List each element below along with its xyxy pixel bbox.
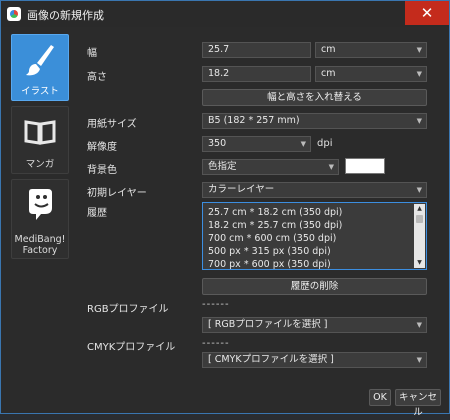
history-item[interactable]: 25.7 cm * 18.2 cm (350 dpi)	[208, 207, 342, 218]
scroll-thumb[interactable]	[416, 215, 423, 223]
history-item[interactable]: 700 px * 600 px (350 dpi)	[208, 259, 331, 269]
cmyk-profile-select[interactable]: [ CMYKプロファイルを選択 ] ▼	[202, 352, 427, 368]
width-unit-select[interactable]: cm ▼	[315, 42, 427, 58]
height-unit-value: cm	[321, 68, 336, 79]
initial-layer-value: カラーレイヤー	[208, 184, 275, 195]
chevron-down-icon: ▼	[328, 163, 334, 171]
category-label: イラスト	[21, 86, 59, 97]
rgb-profile-value: ------	[202, 299, 230, 310]
chevron-down-icon: ▼	[416, 117, 422, 125]
rgb-profile-option: [ RGBプロファイルを選択 ]	[208, 319, 328, 330]
category-medibang-factory[interactable]: MediBang! Factory	[11, 179, 69, 259]
clear-history-button[interactable]: 履歴の削除	[202, 278, 427, 295]
category-label-line1: MediBang!	[14, 234, 66, 245]
initial-layer-select[interactable]: カラーレイヤー ▼	[202, 182, 427, 198]
chevron-down-icon: ▼	[416, 356, 422, 364]
swap-dimensions-button[interactable]: 幅と高さを入れ替える	[202, 89, 427, 106]
history-item[interactable]: 500 px * 315 px (350 dpi)	[208, 246, 331, 257]
history-scrollbar[interactable]: ▲ ▼	[414, 204, 425, 268]
background-color-swatch[interactable]	[345, 158, 385, 174]
resolution-value: 350	[208, 138, 227, 149]
background-color-label: 背景色	[87, 165, 117, 176]
category-label: マンガ	[25, 159, 55, 170]
chevron-down-icon: ▼	[300, 140, 306, 148]
history-list[interactable]: 25.7 cm * 18.2 cm (350 dpi) 18.2 cm * 25…	[202, 202, 427, 270]
resolution-unit: dpi	[317, 138, 333, 149]
width-unit-value: cm	[321, 44, 336, 55]
brush-icon	[26, 45, 54, 76]
ok-button[interactable]: OK	[369, 389, 391, 406]
resolution-select[interactable]: 350 ▼	[202, 136, 311, 152]
paper-size-select[interactable]: B5 (182 * 257 mm) ▼	[202, 113, 427, 129]
background-color-value: 色指定	[208, 161, 237, 172]
history-item[interactable]: 18.2 cm * 25.7 cm (350 dpi)	[208, 220, 342, 231]
paper-size-label: 用紙サイズ	[87, 119, 137, 130]
cancel-button[interactable]: キャンセル	[395, 389, 441, 418]
close-button[interactable]: ✕	[405, 1, 449, 25]
cmyk-profile-option: [ CMYKプロファイルを選択 ]	[208, 354, 334, 365]
scroll-up-icon[interactable]: ▲	[414, 204, 425, 214]
chevron-down-icon: ▼	[416, 70, 422, 78]
rgb-profile-select[interactable]: [ RGBプロファイルを選択 ] ▼	[202, 317, 427, 333]
history-label: 履歴	[87, 208, 107, 219]
category-manga[interactable]: マンガ	[11, 106, 69, 174]
resolution-label: 解像度	[87, 142, 117, 153]
cmyk-profile-value: ------	[202, 338, 230, 349]
height-label: 高さ	[87, 72, 107, 83]
scroll-down-icon[interactable]: ▼	[414, 258, 425, 268]
background-color-select[interactable]: 色指定 ▼	[202, 159, 339, 175]
category-label-line2: Factory	[22, 245, 58, 256]
paper-size-value: B5 (182 * 257 mm)	[208, 115, 300, 126]
window-title: 画像の新規作成	[27, 9, 104, 22]
rgb-profile-label: RGBプロファイル	[87, 304, 169, 315]
width-input[interactable]: 25.7	[202, 42, 311, 58]
factory-icon	[29, 189, 52, 220]
chevron-down-icon: ▼	[416, 321, 422, 329]
cmyk-profile-label: CMYKプロファイル	[87, 342, 176, 353]
app-icon	[7, 7, 21, 21]
chevron-down-icon: ▼	[416, 186, 422, 194]
history-item[interactable]: 700 cm * 600 cm (350 dpi)	[208, 233, 336, 244]
category-illustration[interactable]: イラスト	[11, 34, 69, 101]
title-bar[interactable]: 画像の新規作成 ✕	[1, 1, 449, 27]
height-unit-select[interactable]: cm ▼	[315, 66, 427, 82]
chevron-down-icon: ▼	[416, 46, 422, 54]
book-icon	[24, 120, 56, 145]
new-image-dialog: 画像の新規作成 ✕ イラスト マンガ MediBang! Factory 幅 2…	[0, 0, 450, 418]
height-input[interactable]: 18.2	[202, 66, 311, 82]
initial-layer-label: 初期レイヤー	[87, 188, 147, 199]
width-label: 幅	[87, 48, 97, 59]
